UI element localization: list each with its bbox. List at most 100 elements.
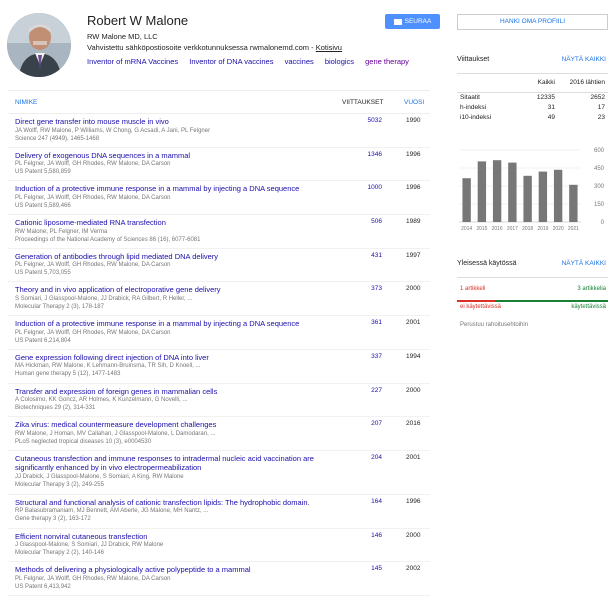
- interest-link[interactable]: Inventor of mRNA Vaccines: [87, 57, 178, 66]
- chart-bar[interactable]: [523, 175, 532, 222]
- publication-venue: US Patent 6,214,804: [15, 337, 71, 344]
- interest-link[interactable]: biologics: [325, 57, 354, 66]
- publication-title-link[interactable]: Direct gene transfer into mouse muscle i…: [15, 117, 325, 143]
- publication-venue: PLoS neglected tropical diseases 10 (3),…: [15, 438, 152, 445]
- chart-bar[interactable]: [553, 169, 563, 222]
- col-since: 2016 lähtien: [569, 79, 605, 86]
- publication-title-link[interactable]: Induction of a protective immune respons…: [15, 184, 325, 210]
- publication-title[interactable]: Cationic liposome-mediated RNA transfect…: [15, 218, 325, 228]
- available-label: käytettävissä: [571, 304, 606, 310]
- publication-title-link[interactable]: Structural and functional analysis of ca…: [15, 498, 325, 524]
- citation-count[interactable]: 361: [338, 319, 382, 326]
- access-bar-unavailable: [457, 300, 495, 302]
- stat-label[interactable]: i10-indeksi: [460, 114, 491, 121]
- get-profile-button[interactable]: HANKI OMA PROFIILI: [457, 14, 608, 30]
- publication-venue: Human gene therapy 5 (12), 1477-1483: [15, 371, 121, 378]
- citation-count[interactable]: 146: [338, 532, 382, 539]
- publication-year: 1989: [406, 218, 421, 226]
- public-access-show-all[interactable]: NÄYTÄ KAIKKI: [562, 260, 606, 267]
- not-available-label: ei käytettävissä: [460, 304, 502, 310]
- publication-title[interactable]: Gene expression following direct injecti…: [15, 353, 325, 363]
- homepage-link[interactable]: Kotisivu: [316, 43, 342, 52]
- chart-bar[interactable]: [508, 162, 517, 222]
- interest-link[interactable]: Inventor of DNA vaccines: [189, 57, 273, 66]
- publication-year: 1996: [406, 184, 421, 192]
- citation-count[interactable]: 431: [338, 252, 382, 259]
- citation-count[interactable]: 207: [338, 420, 382, 427]
- interest-link[interactable]: gene therapy: [365, 57, 409, 66]
- citation-count[interactable]: 1000: [338, 184, 382, 191]
- publication-title-link[interactable]: Generation of antibodies through lipid m…: [15, 252, 325, 278]
- table-row: Zika virus: medical countermeasure devel…: [8, 417, 430, 451]
- available-count[interactable]: 3 artikkelia: [577, 286, 606, 292]
- sort-by-year[interactable]: VUOSI: [404, 99, 424, 106]
- chart-bar[interactable]: [569, 184, 578, 222]
- publication-title[interactable]: Cutaneous transfection and immune respon…: [15, 454, 325, 473]
- publication-authors: PL Felgner, JA Wolff, GH Rhodes, RW Malo…: [15, 575, 171, 582]
- citation-count[interactable]: 337: [338, 353, 382, 360]
- publication-title[interactable]: Induction of a protective immune respons…: [15, 319, 325, 329]
- stat-all: 12335: [536, 94, 555, 101]
- cited-by-title: Viittaukset: [457, 56, 490, 63]
- publication-title-link[interactable]: Cutaneous transfection and immune respon…: [15, 454, 325, 489]
- publication-title-link[interactable]: Efficient nonviral cutaneous transfectio…: [15, 532, 325, 558]
- publication-title-link[interactable]: Methods of delivering a physiologically …: [15, 565, 325, 591]
- citation-count[interactable]: 5032: [338, 117, 382, 124]
- publication-title[interactable]: Methods of delivering a physiologically …: [15, 565, 325, 575]
- citation-count[interactable]: 373: [338, 285, 382, 292]
- sort-by-title[interactable]: NIMIKE: [15, 99, 37, 106]
- publication-title-link[interactable]: Cationic liposome-mediated RNA transfect…: [15, 218, 325, 244]
- x-tick-label: 2016: [492, 226, 503, 232]
- stat-label[interactable]: Sitaatit: [460, 94, 480, 101]
- public-access-header: Yleisessä käytössä NÄYTÄ KAIKKI: [457, 260, 608, 272]
- table-header: NIMIKE VIITTAUKSET VUOSI: [8, 90, 430, 114]
- citation-count[interactable]: 164: [338, 498, 382, 505]
- publication-title[interactable]: Structural and functional analysis of ca…: [15, 498, 325, 508]
- y-tick-label: 600: [594, 148, 605, 154]
- chart-bar[interactable]: [492, 160, 502, 222]
- citation-count[interactable]: 204: [338, 454, 382, 461]
- publication-title-link[interactable]: Delivery of exogenous DNA sequences in a…: [15, 151, 325, 177]
- funding-note: Perustuu rahoitusehtoihin: [460, 322, 529, 328]
- citation-count[interactable]: 1346: [338, 151, 382, 158]
- publication-authors: PL Felgner, JA Wolff, GH Rhodes, RW Malo…: [15, 161, 171, 168]
- stat-label[interactable]: h-indeksi: [460, 104, 486, 111]
- sort-by-citations[interactable]: VIITTAUKSET: [342, 99, 383, 106]
- publication-title-link[interactable]: Transfer and expression of foreign genes…: [15, 387, 325, 413]
- publication-venue: Molecular Therapy 2 (2), 140-146: [15, 550, 104, 557]
- publication-list: Direct gene transfer into mouse muscle i…: [8, 114, 430, 596]
- follow-label: SEURAA: [404, 18, 432, 25]
- not-available-count[interactable]: 1 artikkeli: [460, 286, 485, 292]
- publication-year: 1996: [406, 150, 421, 158]
- publication-venue: Science 247 (4949), 1465-1468: [15, 135, 100, 142]
- cited-by-header: Viittaukset NÄYTÄ KAIKKI: [457, 56, 608, 68]
- publication-title-link[interactable]: Gene expression following direct injecti…: [15, 353, 325, 379]
- citation-count[interactable]: 145: [338, 565, 382, 572]
- publication-year: 2000: [406, 531, 421, 539]
- publication-year: 2000: [406, 285, 421, 293]
- publication-title-link[interactable]: Zika virus: medical countermeasure devel…: [15, 420, 325, 446]
- publication-title-link[interactable]: Theory and in vivo application of electr…: [15, 285, 325, 311]
- publication-title[interactable]: Transfer and expression of foreign genes…: [15, 387, 325, 397]
- publication-title[interactable]: Direct gene transfer into mouse muscle i…: [15, 117, 325, 127]
- chart-bar[interactable]: [462, 178, 471, 222]
- publication-title[interactable]: Delivery of exogenous DNA sequences in a…: [15, 151, 325, 161]
- interest-link[interactable]: vaccines: [285, 57, 314, 66]
- citation-count[interactable]: 506: [338, 218, 382, 225]
- publication-title[interactable]: Zika virus: medical countermeasure devel…: [15, 420, 325, 430]
- citation-count[interactable]: 227: [338, 387, 382, 394]
- publication-title[interactable]: Efficient nonviral cutaneous transfectio…: [15, 532, 325, 542]
- chart-bar[interactable]: [477, 161, 487, 222]
- publication-year: 2001: [406, 453, 421, 461]
- publication-title-link[interactable]: Induction of a protective immune respons…: [15, 319, 325, 345]
- affiliation: RW Malone MD, LLC: [87, 32, 158, 41]
- publication-authors: PL Felgner, JA Wolff, GH Rhodes, RW Malo…: [15, 194, 171, 201]
- publication-title[interactable]: Generation of antibodies through lipid m…: [15, 252, 325, 262]
- x-tick-label: 2018: [522, 226, 533, 232]
- chart-bar[interactable]: [538, 171, 548, 222]
- publication-title[interactable]: Induction of a protective immune respons…: [15, 184, 325, 194]
- cited-by-show-all[interactable]: NÄYTÄ KAIKKI: [562, 56, 606, 63]
- publication-title[interactable]: Theory and in vivo application of electr…: [15, 285, 325, 295]
- follow-button[interactable]: SEURAA: [385, 14, 440, 29]
- y-tick-label: 0: [601, 220, 605, 226]
